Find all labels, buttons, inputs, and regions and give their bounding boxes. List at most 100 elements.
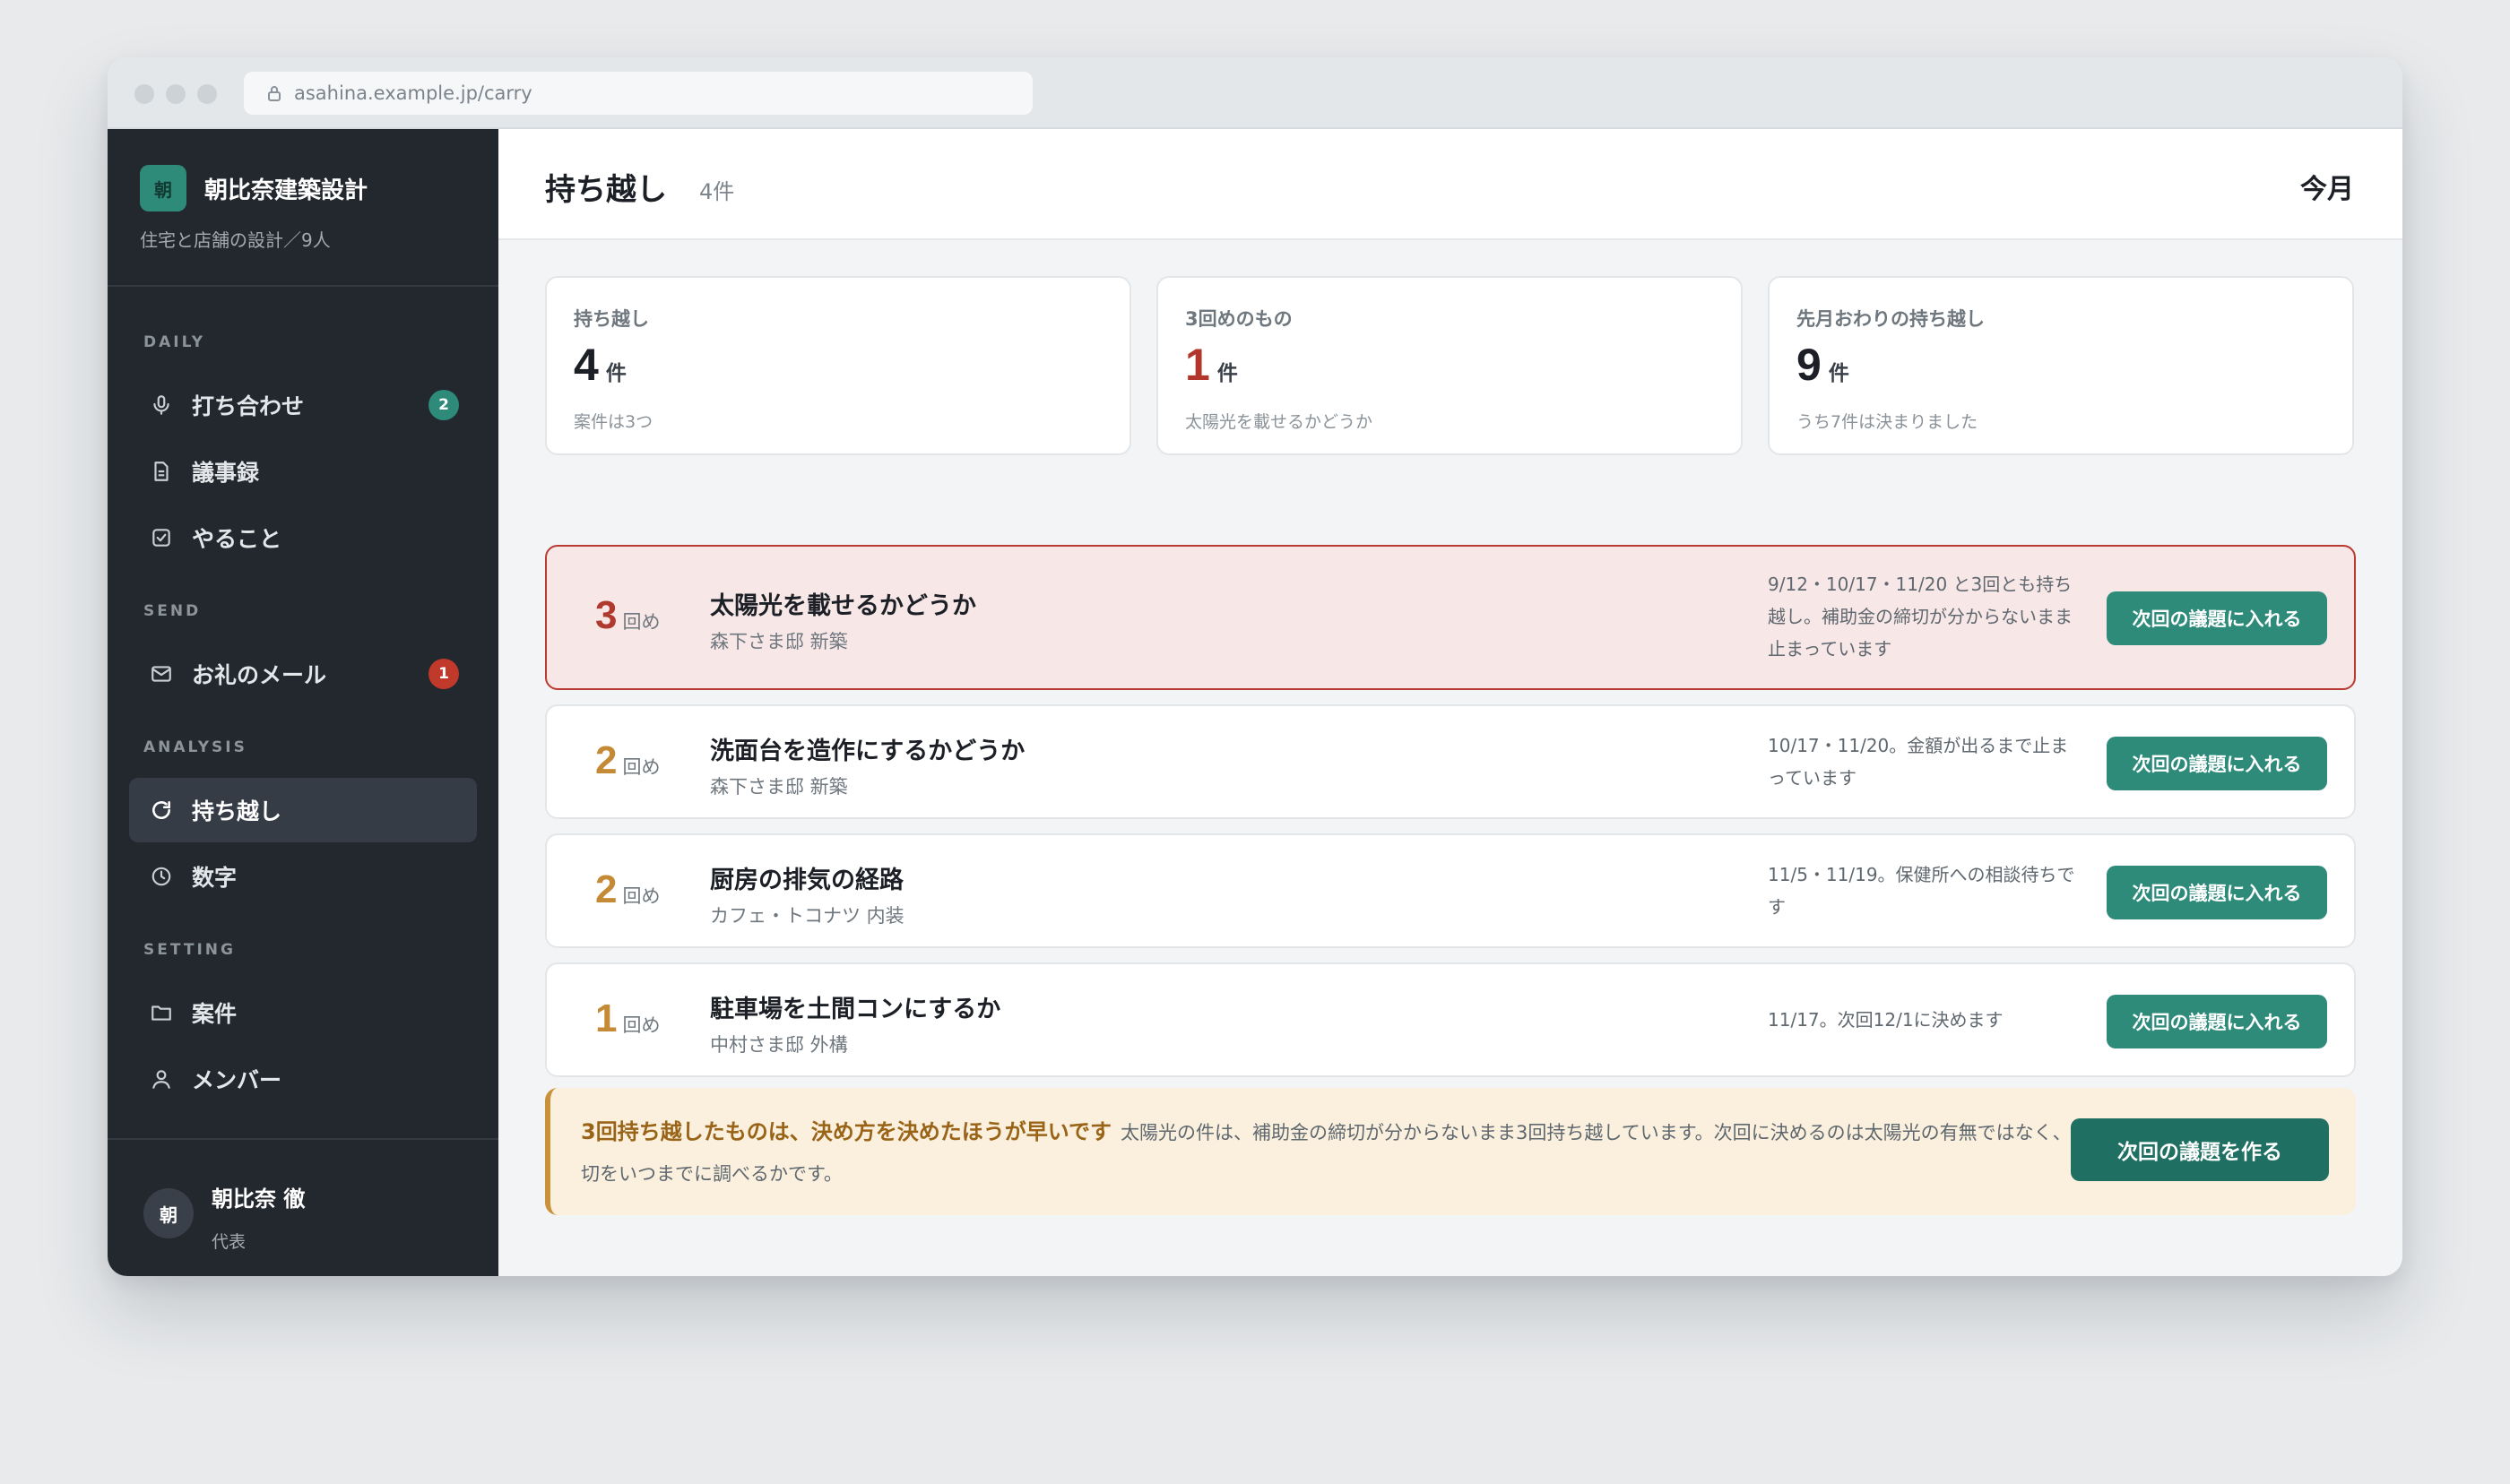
list-item: 2 回め 厨房の排気の経路 カフェ・トコナツ 内装 11/5・11/19。保健所…	[545, 833, 2356, 948]
list-item: 2 回め 洗面台を造作にするかどうか 森下さま邸 新築 10/17・11/20。…	[545, 704, 2356, 819]
stat-value: 1	[1185, 340, 1210, 390]
browser-window: asahina.example.jp/carry 朝 朝比奈建築設計 住宅と店舗…	[108, 57, 2402, 1276]
round-unit: 回め	[622, 1014, 661, 1036]
stat-card-last-month: 先月おわりの持ち越し 9 件 うち7件は決まりました	[1768, 276, 2354, 455]
sidebar-item-minutes[interactable]: 議事録	[129, 439, 477, 504]
item-title: 厨房の排気の経路	[710, 867, 904, 894]
add-to-agenda-button[interactable]: 次回の議題に入れる	[2107, 737, 2327, 790]
stat-unit: 件	[1828, 362, 1849, 385]
window-maximize-dot[interactable]	[197, 84, 217, 104]
section-setting: SETTING	[143, 941, 236, 959]
item-note: 10/17・11/20。金額が出るまで止まっています	[1768, 735, 2069, 789]
main-content: 持ち越し 4件 今月 持ち越し 4 件 案件は3つ 3回めのもの 1 件 太陽光…	[498, 129, 2402, 1276]
person-icon	[147, 1065, 176, 1093]
user-name: 朝比奈 徹	[212, 1186, 306, 1212]
round-count: 2 回め	[595, 867, 660, 912]
stat-card-third-round: 3回めのもの 1 件 太陽光を載せるかどうか	[1156, 276, 1743, 455]
mail-icon	[147, 660, 176, 688]
stat-note: 案件は3つ	[574, 412, 653, 432]
section-send: SEND	[143, 602, 202, 620]
brand[interactable]: 朝 朝比奈建築設計	[140, 165, 368, 211]
round-count: 1 回め	[595, 997, 660, 1041]
stat-note: うち7件は決まりました	[1796, 412, 1978, 432]
window-close-dot[interactable]	[134, 84, 154, 104]
item-title: 太陽光を載せるかどうか	[710, 592, 976, 620]
window-minimize-dot[interactable]	[166, 84, 186, 104]
item-note: 11/17。次回12/1に決めます	[1768, 1009, 2004, 1031]
add-to-agenda-button[interactable]: 次回の議題に入れる	[2107, 866, 2327, 919]
create-agenda-button[interactable]: 次回の議題を作る	[2071, 1118, 2329, 1181]
item-note: 9/12・10/17・11/20 と3回とも持ち越し。補助金の締切が分からないま…	[1768, 574, 2073, 660]
round-count: 2 回め	[595, 738, 660, 783]
page-title: 持ち越し	[545, 172, 667, 208]
round-unit: 回め	[622, 885, 661, 907]
advice-text: 3回持ち越したものは、決め方を決めたほうが早いです 太陽光の件は、補助金の締切が分…	[581, 1111, 2096, 1195]
stat-label: 先月おわりの持ち越し	[1796, 308, 1985, 330]
add-to-agenda-button[interactable]: 次回の議題に入れる	[2107, 995, 2327, 1048]
sidebar-divider	[108, 1138, 498, 1140]
brand-name: 朝比奈建築設計	[204, 177, 368, 204]
checkbox-icon	[147, 523, 176, 552]
item-title: 駐車場を土間コンにするか	[710, 996, 1001, 1023]
item-project: 中村さま邸 外構	[710, 1034, 848, 1056]
lock-icon	[268, 86, 281, 101]
sidebar-item-carry-over[interactable]: 持ち越し	[129, 778, 477, 842]
sidebar-item-label: 議事録	[192, 460, 260, 486]
clock-icon	[147, 862, 176, 891]
user-profile[interactable]: 朝 朝比奈 徹 代表	[143, 1181, 305, 1253]
page-count: 4件	[699, 179, 735, 204]
sidebar-item-label: お礼のメール	[192, 662, 327, 688]
user-role: 代表	[212, 1232, 247, 1252]
round-number: 2	[595, 867, 618, 911]
add-to-agenda-button[interactable]: 次回の議題に入れる	[2107, 591, 2327, 645]
round-number: 2	[595, 738, 618, 782]
stat-label: 3回めのもの	[1185, 308, 1293, 330]
brand-logo: 朝	[140, 165, 186, 211]
mail-count-badge: 1	[428, 659, 459, 689]
sidebar-item-label: 持ち越し	[192, 798, 282, 824]
document-icon	[147, 457, 176, 486]
sidebar-item-label: やること	[192, 526, 282, 552]
sidebar-item-label: 数字	[192, 865, 238, 891]
stat-note: 太陽光を載せるかどうか	[1185, 412, 1373, 432]
browser-chrome: asahina.example.jp/carry	[108, 57, 2402, 129]
sidebar: 朝 朝比奈建築設計 住宅と店舗の設計／9人 DAILY 打ち合わせ 2 議事録 …	[108, 129, 498, 1276]
stat-label: 持ち越し	[574, 308, 649, 330]
page-header: 持ち越し 4件 今月	[498, 129, 2402, 240]
refresh-icon	[147, 796, 176, 824]
item-note: 11/5・11/19。保健所への相談待ちです	[1768, 864, 2075, 918]
round-unit: 回め	[622, 611, 661, 633]
stat-value: 9	[1796, 340, 1822, 390]
sidebar-divider	[108, 285, 498, 287]
sidebar-item-label: メンバー	[192, 1067, 282, 1093]
stat-value: 4	[574, 340, 599, 390]
period-selector[interactable]: 今月	[2300, 167, 2354, 206]
sidebar-item-meetings[interactable]: 打ち合わせ 2	[129, 373, 477, 437]
address-url: asahina.example.jp/carry	[294, 82, 532, 104]
sidebar-item-label: 打ち合わせ	[192, 393, 305, 419]
sidebar-item-numbers[interactable]: 数字	[129, 844, 477, 909]
brand-subtitle: 住宅と店舗の設計／9人	[140, 229, 331, 251]
sidebar-item-members[interactable]: メンバー	[129, 1047, 477, 1111]
sidebar-item-label: 案件	[192, 1001, 238, 1027]
sidebar-item-todo[interactable]: やること	[129, 505, 477, 570]
round-number: 3	[595, 593, 618, 637]
address-bar[interactable]: asahina.example.jp/carry	[244, 72, 1033, 115]
stat-unit: 件	[605, 362, 627, 385]
sidebar-item-projects[interactable]: 案件	[129, 980, 477, 1045]
list-item: 1 回め 駐車場を土間コンにするか 中村さま邸 外構 11/17。次回12/1に…	[545, 962, 2356, 1077]
item-project: 森下さま邸 新築	[710, 776, 848, 798]
section-daily: DAILY	[143, 333, 206, 351]
sidebar-item-thank-you-mail[interactable]: お礼のメール 1	[129, 642, 477, 706]
section-analysis: ANALYSIS	[143, 738, 247, 756]
item-title: 洗面台を造作にするかどうか	[710, 738, 1026, 765]
item-project: 森下さま邸 新築	[710, 631, 848, 652]
round-count: 3 回め	[595, 593, 660, 638]
advice-banner: 3回持ち越したものは、決め方を決めたほうが早いです 太陽光の件は、補助金の締切が分…	[545, 1088, 2356, 1215]
list-item: 3 回め 太陽光を載せるかどうか 森下さま邸 新築 9/12・10/17・11/…	[545, 545, 2356, 690]
round-number: 1	[595, 997, 618, 1040]
item-project: カフェ・トコナツ 内装	[710, 905, 904, 927]
round-unit: 回め	[622, 756, 661, 778]
meetings-count-badge: 2	[428, 390, 459, 420]
avatar: 朝	[143, 1188, 194, 1238]
